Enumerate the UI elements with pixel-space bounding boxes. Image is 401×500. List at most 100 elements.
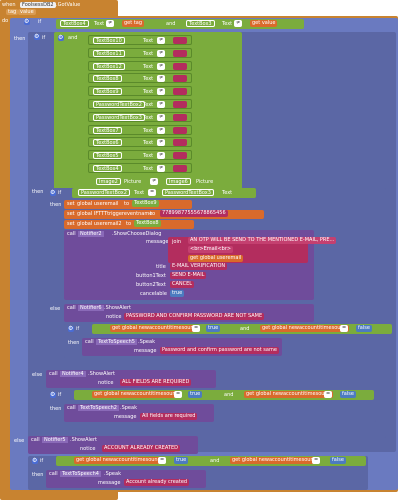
field-check-operator[interactable]: ≠ <box>157 75 166 82</box>
dialog-cancel-val[interactable]: true <box>170 290 185 297</box>
else3-eq2[interactable]: = <box>312 457 321 464</box>
else2-eq1[interactable]: = <box>174 391 183 398</box>
field-check-empty-string[interactable] <box>173 63 187 70</box>
field-check-component[interactable]: TextBox8 <box>93 75 122 82</box>
field-check-operator[interactable]: ≠ <box>157 50 166 57</box>
dialog-b1-val[interactable]: SEND E-MAIL <box>170 272 207 279</box>
field-check-operator[interactable]: ≠ <box>157 114 166 121</box>
else2-false[interactable]: false <box>340 391 356 398</box>
else1-tts-val[interactable]: Password and confirm password are not sa… <box>160 347 279 354</box>
join-part-2[interactable]: <br>Email<br> <box>188 246 234 253</box>
else2-if-gear-icon[interactable] <box>50 391 56 398</box>
cond1-eq[interactable]: ≠ <box>106 20 115 27</box>
field-check-row[interactable]: TextBox7 Text ≠ <box>88 125 192 135</box>
dialog-title-val[interactable]: E-MAIL VERIFICATION <box>170 263 228 270</box>
field-check-row[interactable]: PasswordTextBox3 Text ≠ <box>88 112 192 122</box>
else2-var1[interactable]: get global newaccountitimesound <box>92 391 181 398</box>
field-check-empty-string[interactable] <box>173 165 187 172</box>
field-check-row[interactable]: TextBox4 Text ≠ <box>88 163 192 173</box>
field-check-component[interactable]: TextBox11 <box>93 50 125 57</box>
pw3-slot[interactable]: PasswordTextBox3 <box>162 189 214 196</box>
else3-var2[interactable]: get global newaccountitimesound <box>230 457 319 464</box>
else1-var2[interactable]: get global newaccountitimesound <box>260 325 349 332</box>
field-check-operator[interactable]: ≠ <box>157 152 166 159</box>
param-value[interactable]: value <box>18 9 36 15</box>
picture-neq[interactable]: ≠ <box>150 178 159 185</box>
else3-tts-val[interactable]: Account already created <box>124 479 190 486</box>
field-check-row[interactable]: TextBox6 Text ≠ <box>88 137 192 147</box>
else3-var1[interactable]: get global newaccountitimesound <box>74 457 163 464</box>
cond1-get-value[interactable]: get value <box>250 20 278 27</box>
else3-false[interactable]: false <box>330 457 346 464</box>
field-check-operator[interactable]: ≠ <box>157 101 166 108</box>
else3-if-gear-icon[interactable] <box>32 457 38 464</box>
field-check-component[interactable]: TextBox4 <box>93 165 122 172</box>
else3-eq1[interactable]: = <box>158 457 167 464</box>
field-check-component[interactable]: TextBox7 <box>93 127 122 134</box>
field-check-row[interactable]: TextBox12 Text ≠ <box>88 61 192 71</box>
else1-eq2[interactable]: = <box>340 325 349 332</box>
dialog-b2-val[interactable]: CANCEL <box>170 281 195 288</box>
image2-slot[interactable]: Image2 <box>96 178 121 185</box>
field-check-empty-string[interactable] <box>173 88 187 95</box>
if-gear-icon-2[interactable] <box>34 33 40 40</box>
cond1-textbox4[interactable]: TextBox4 <box>60 20 89 27</box>
field-check-operator[interactable]: ≠ <box>157 127 166 134</box>
field-check-row[interactable]: PasswordTextBox2 Text ≠ <box>88 99 192 109</box>
else1-true[interactable]: true <box>206 325 221 332</box>
else1-eq1[interactable]: = <box>192 325 201 332</box>
cond1-get-tag[interactable]: get tag <box>122 20 145 27</box>
param-tag[interactable]: tag <box>6 9 19 15</box>
field-check-empty-string[interactable] <box>173 75 187 82</box>
field-check-row[interactable]: TextBox9 Text ≠ <box>88 86 192 96</box>
join-part-3[interactable]: get global useremail <box>188 255 244 262</box>
else2-true[interactable]: true <box>188 391 203 398</box>
field-check-empty-string[interactable] <box>173 101 187 108</box>
else2-var2[interactable]: get global newaccountitimesound <box>244 391 333 398</box>
field-check-empty-string[interactable] <box>173 152 187 159</box>
field-check-row[interactable]: TextBox10 Text ≠ <box>88 35 192 45</box>
field-check-operator[interactable]: ≠ <box>157 139 166 146</box>
else2-notice-val[interactable]: ALL FIELDS ARE REQUIRED <box>120 379 192 386</box>
else1-notice-val[interactable]: PASSWORD AND CONFIRM PASSWORD ARE NOT SA… <box>124 313 265 320</box>
field-check-component[interactable]: TextBox9 <box>93 88 122 95</box>
set-val-2[interactable]: 77899877555678865456 <box>160 210 228 217</box>
pw-eq[interactable]: = <box>148 189 157 196</box>
else1-if-gear-icon[interactable] <box>68 325 74 332</box>
else2-tts-val[interactable]: All fields are required <box>140 413 198 420</box>
join-part-1[interactable]: AN OTP WILL BE SEND TO THE MENTIONED E-M… <box>188 237 337 244</box>
else3-true[interactable]: true <box>174 457 189 464</box>
outer-if-gear-icon[interactable] <box>24 18 30 25</box>
field-check-component[interactable]: TextBox12 <box>93 63 125 70</box>
and-gear-icon[interactable] <box>58 34 64 41</box>
field-check-row[interactable]: TextBox5 Text ≠ <box>88 150 192 160</box>
else2-eq2[interactable]: = <box>324 391 333 398</box>
field-check-operator[interactable]: ≠ <box>157 63 166 70</box>
field-check-operator[interactable]: ≠ <box>157 165 166 172</box>
else3-notice-val[interactable]: ACCOUNT ALREADY CREATED <box>102 445 180 452</box>
cond1-textbox3[interactable]: TextBox3 <box>186 20 215 27</box>
field-check-component[interactable]: TextBox6 <box>93 139 122 146</box>
else1-false[interactable]: false <box>356 325 372 332</box>
field-check-empty-string[interactable] <box>173 50 187 57</box>
field-check-empty-string[interactable] <box>173 114 187 121</box>
pw2-slot[interactable]: PasswordTextBox2 <box>78 189 130 196</box>
field-check-component[interactable]: PasswordTextBox3 <box>93 114 145 121</box>
set-src-3[interactable]: TextBox8 <box>134 220 161 227</box>
field-check-operator[interactable]: ≠ <box>157 88 166 95</box>
else1-var1[interactable]: get global newaccountitimesound <box>110 325 199 332</box>
image6-slot[interactable]: Image6 <box>166 178 191 185</box>
field-check-component[interactable]: PasswordTextBox2 <box>93 101 145 108</box>
set-src-1[interactable]: TextBox9 <box>132 200 159 207</box>
field-check-empty-string[interactable] <box>173 127 187 134</box>
field-check-empty-string[interactable] <box>173 37 187 44</box>
then-label-3: then <box>50 202 62 208</box>
field-check-empty-string[interactable] <box>173 139 187 146</box>
field-check-row[interactable]: TextBox8 Text ≠ <box>88 73 192 83</box>
field-check-row[interactable]: TextBox11 Text ≠ <box>88 48 192 58</box>
if-gear-icon-3[interactable] <box>50 189 56 196</box>
field-check-operator[interactable]: ≠ <box>157 37 166 44</box>
cond1-eq2[interactable]: ≠ <box>234 20 243 27</box>
field-check-component[interactable]: TextBox10 <box>93 37 125 44</box>
field-check-component[interactable]: TextBox5 <box>93 152 122 159</box>
